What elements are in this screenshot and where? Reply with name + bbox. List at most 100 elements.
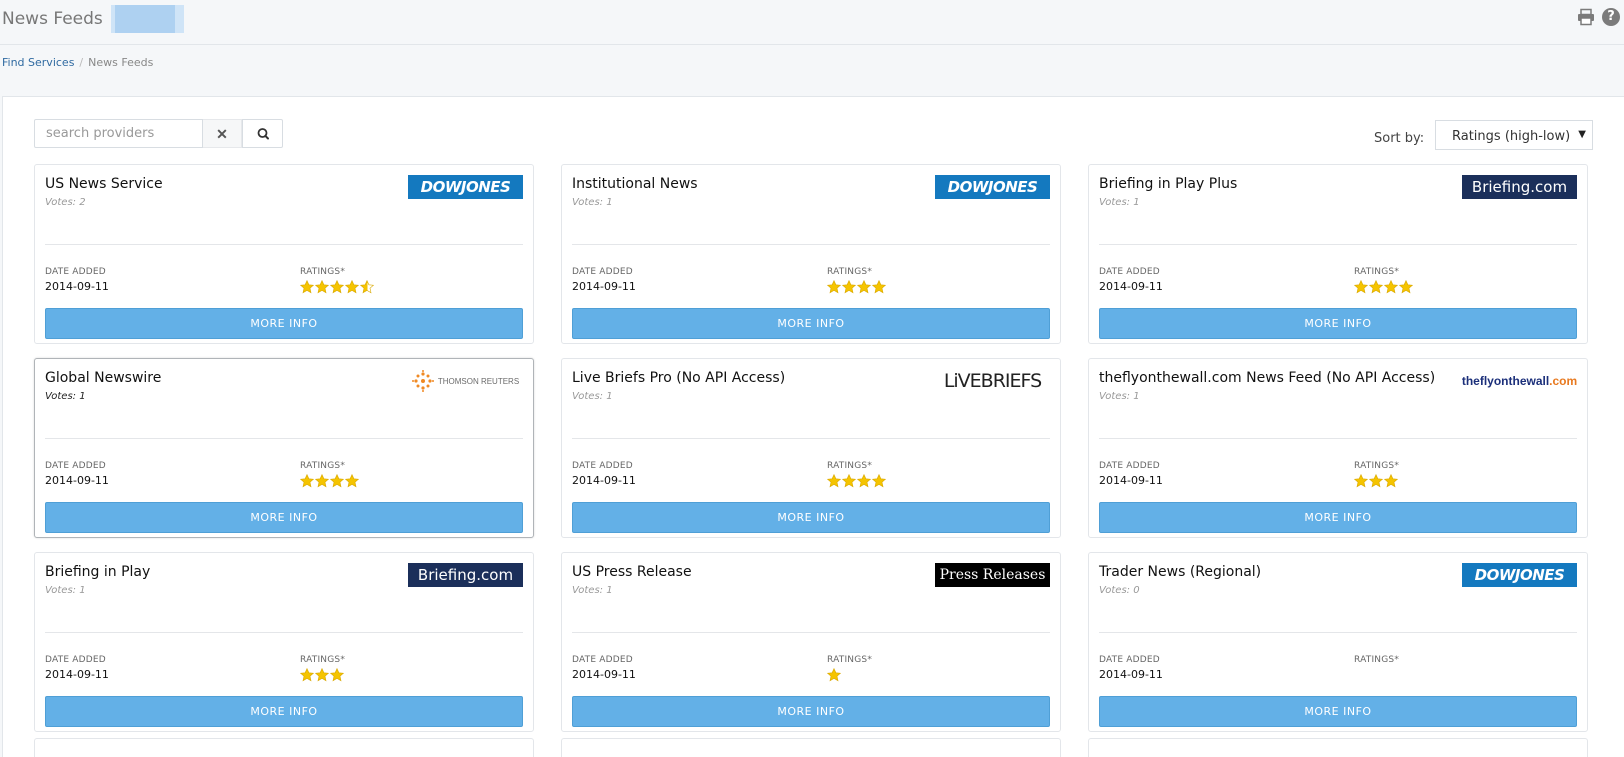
date-added-value: 2014-09-11 bbox=[45, 474, 109, 487]
votes-count: Votes: 1 bbox=[45, 585, 86, 596]
star-icon bbox=[1399, 280, 1413, 294]
card-divider bbox=[1099, 438, 1577, 439]
search-button[interactable] bbox=[242, 119, 283, 148]
more-info-button[interactable]: MORE INFO bbox=[572, 502, 1050, 533]
star-icon bbox=[345, 280, 359, 294]
provider-logo: Press Releases bbox=[935, 563, 1050, 587]
rating-stars bbox=[1354, 280, 1413, 294]
star-icon bbox=[345, 474, 359, 488]
clear-search-button[interactable]: ✕ bbox=[203, 119, 242, 148]
star-icon bbox=[842, 474, 856, 488]
date-added-value: 2014-09-11 bbox=[572, 474, 636, 487]
star-icon bbox=[330, 668, 344, 682]
star-icon bbox=[827, 668, 841, 682]
ratings-label: RATINGS* bbox=[1354, 655, 1400, 665]
sort-select[interactable]: Ratings (high-low) ▼ bbox=[1435, 120, 1593, 150]
votes-count: Votes: 2 bbox=[45, 197, 86, 208]
star-icon bbox=[330, 280, 344, 294]
date-added-value: 2014-09-11 bbox=[572, 668, 636, 681]
star-icon bbox=[315, 474, 329, 488]
votes-count: Votes: 1 bbox=[45, 391, 86, 402]
star-icon bbox=[1384, 280, 1398, 294]
votes-count: Votes: 1 bbox=[572, 391, 613, 402]
more-info-button[interactable]: MORE INFO bbox=[45, 308, 523, 339]
ratings-label: RATINGS* bbox=[827, 267, 873, 277]
card-divider bbox=[572, 632, 1050, 633]
star-icon bbox=[872, 280, 886, 294]
star-icon bbox=[857, 474, 871, 488]
provider-card[interactable]: US Press Release Votes: 1 Press Releases DA… bbox=[561, 552, 1061, 732]
date-added-label: DATE ADDED bbox=[45, 461, 106, 471]
date-added-value: 2014-09-11 bbox=[1099, 280, 1163, 293]
breadcrumb-link-find-services[interactable]: Find Services bbox=[2, 56, 74, 69]
provider-card[interactable]: theflyonthewall.com News Feed (No API Ac… bbox=[1088, 358, 1588, 538]
more-info-button[interactable]: MORE INFO bbox=[572, 696, 1050, 727]
provider-card[interactable]: Institutional News Votes: 1 DOWJONES DATE A… bbox=[561, 164, 1061, 344]
provider-card[interactable]: Global Newswire Votes: 1 THOMSON REUTERS DA… bbox=[34, 358, 534, 538]
press-releases-logo: Press Releases bbox=[935, 563, 1050, 587]
date-added-label: DATE ADDED bbox=[572, 461, 633, 471]
votes-count: Votes: 1 bbox=[1099, 197, 1140, 208]
provider-logo: theflyonthewall.com bbox=[1462, 369, 1577, 393]
help-icon[interactable]: ? bbox=[1602, 8, 1620, 26]
more-info-button[interactable]: MORE INFO bbox=[1099, 308, 1577, 339]
provider-title[interactable]: US News Service bbox=[45, 176, 163, 192]
card-divider bbox=[45, 632, 523, 633]
star-icon bbox=[827, 280, 841, 294]
date-added-label: DATE ADDED bbox=[45, 655, 106, 665]
star-icon bbox=[300, 280, 314, 294]
provider-title[interactable]: theflyonthewall.com News Feed (No API Ac… bbox=[1099, 370, 1435, 386]
provider-title[interactable]: Live Briefs Pro (No API Access) bbox=[572, 370, 785, 386]
provider-logo: DOWJONES bbox=[408, 175, 523, 199]
breadcrumb-current: News Feeds bbox=[88, 56, 154, 69]
more-info-button[interactable]: MORE INFO bbox=[1099, 696, 1577, 727]
date-added-label: DATE ADDED bbox=[1099, 461, 1160, 471]
star-icon bbox=[1354, 474, 1368, 488]
search-input[interactable] bbox=[34, 119, 203, 148]
provider-card[interactable]: Briefing in Play Plus Votes: 1 Briefing.co… bbox=[1088, 164, 1588, 344]
more-info-button[interactable]: MORE INFO bbox=[45, 502, 523, 533]
star-icon bbox=[330, 474, 344, 488]
ratings-label: RATINGS* bbox=[1354, 267, 1400, 277]
more-info-button[interactable]: MORE INFO bbox=[1099, 502, 1577, 533]
ratings-label: RATINGS* bbox=[300, 461, 346, 471]
date-added-label: DATE ADDED bbox=[1099, 655, 1160, 665]
votes-count: Votes: 1 bbox=[572, 585, 613, 596]
dowjones-logo: DOWJONES bbox=[935, 175, 1050, 199]
livebriefs-logo: LiVEBRIEFS bbox=[943, 370, 1042, 392]
provider-card[interactable]: US News Service Votes: 2 DOWJONES DATE ADDE… bbox=[34, 164, 534, 344]
fly-logo-name: theflyonthewall bbox=[1461, 374, 1550, 388]
provider-title[interactable]: Trader News (Regional) bbox=[1099, 564, 1261, 580]
votes-count: Votes: 1 bbox=[572, 197, 613, 208]
rating-stars bbox=[827, 668, 841, 682]
provider-title[interactable]: Briefing in Play Plus bbox=[1099, 176, 1237, 192]
half-star-icon bbox=[360, 280, 374, 294]
provider-card-partial bbox=[1088, 738, 1588, 757]
provider-title[interactable]: Global Newswire bbox=[45, 370, 161, 386]
more-info-button[interactable]: MORE INFO bbox=[572, 308, 1050, 339]
provider-card[interactable]: Trader News (Regional) Votes: 0 DOWJONES DA… bbox=[1088, 552, 1588, 732]
provider-card[interactable]: Live Briefs Pro (No API Access) Votes: 1 L… bbox=[561, 358, 1061, 538]
date-added-value: 2014-09-11 bbox=[1099, 474, 1163, 487]
dowjones-logo: DOWJONES bbox=[1462, 563, 1577, 587]
sort-selected-value: Ratings (high-low) bbox=[1452, 129, 1571, 144]
thomson-reuters-text: THOMSON REUTERS bbox=[437, 376, 520, 386]
star-icon bbox=[1369, 280, 1383, 294]
more-info-button[interactable]: MORE INFO bbox=[45, 696, 523, 727]
breadcrumb: Find Services / News Feeds bbox=[2, 56, 153, 69]
ratings-label: RATINGS* bbox=[300, 655, 346, 665]
date-added-value: 2014-09-11 bbox=[45, 280, 109, 293]
provider-card[interactable]: Briefing in Play Votes: 1 Briefing.com DATE… bbox=[34, 552, 534, 732]
star-icon bbox=[315, 280, 329, 294]
briefing-logo: Briefing.com bbox=[408, 563, 523, 587]
provider-title[interactable]: Briefing in Play bbox=[45, 564, 150, 580]
provider-card-partial bbox=[561, 738, 1061, 757]
print-icon[interactable] bbox=[1577, 8, 1595, 26]
provider-title[interactable]: US Press Release bbox=[572, 564, 692, 580]
rating-stars bbox=[827, 280, 886, 294]
provider-logo: Briefing.com bbox=[408, 563, 523, 587]
provider-title[interactable]: Institutional News bbox=[572, 176, 698, 192]
star-icon bbox=[827, 474, 841, 488]
star-icon bbox=[315, 668, 329, 682]
votes-count: Votes: 1 bbox=[1099, 391, 1140, 402]
